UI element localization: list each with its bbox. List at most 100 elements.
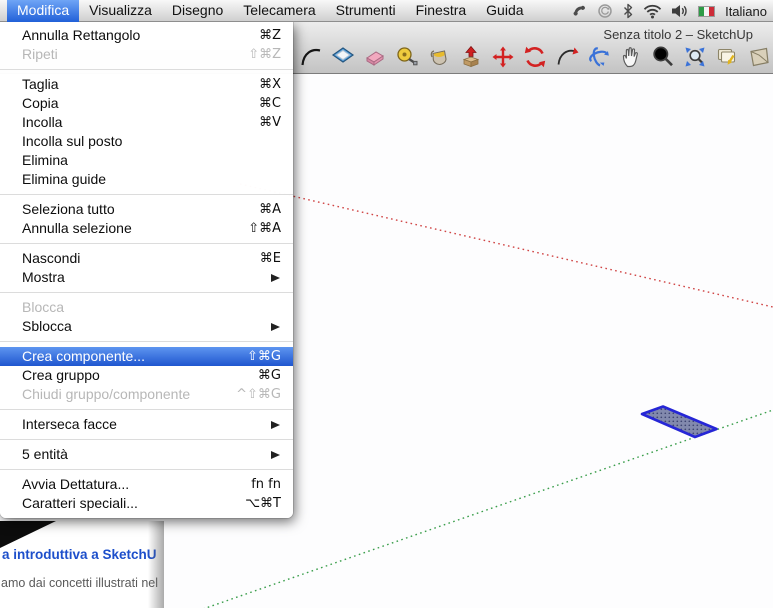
zoom-tool[interactable] [651,45,675,69]
menu-item-label: Mostra [22,268,271,287]
menu-item-label: Crea gruppo [22,366,258,385]
menu-separator [0,292,293,293]
menu-item-shortcut: ⌘C [259,96,281,111]
move-tool[interactable] [491,45,515,69]
menu-item-elimina-guide[interactable]: Elimina guide [0,170,293,189]
zoom-extents-tool[interactable] [683,45,707,69]
menubar-item-modifica[interactable]: Modifica [7,0,79,22]
status-icons-slot [571,3,689,19]
menu-item-crea-gruppo[interactable]: Crea gruppo⌘G [0,366,293,385]
menu-item-label: Taglia [22,75,259,94]
push-pull-tool[interactable] [459,45,483,69]
submenu-arrow-icon [271,451,280,459]
menu-item-label: 5 entità [22,445,271,464]
rotate-tool[interactable] [523,45,547,69]
eraser-tool[interactable] [363,45,387,69]
menu-item-elimina[interactable]: Elimina [0,151,293,170]
menubar-item-telecamera[interactable]: Telecamera [233,0,325,22]
pan-tool[interactable] [619,45,643,69]
menu-item-taglia[interactable]: Taglia⌘X [0,75,293,94]
menu-separator [0,469,293,470]
menu-separator [0,341,293,342]
previous-view-tool[interactable] [715,45,739,69]
menu-separator [0,194,293,195]
rectangle-tool[interactable] [331,45,355,69]
menu-item-interseca-facce[interactable]: Interseca facce [0,415,293,434]
paint-bucket-tool[interactable] [427,45,451,69]
tape-measure-tool[interactable] [395,45,419,69]
menu-item-shortcut: ⇧⌘Z [248,47,281,62]
menu-item-shortcut: ^⇧⌘G [236,387,281,402]
menu-item-label: Nascondi [22,249,260,268]
menu-item-avvia-dettatura[interactable]: Avvia Dettatura...fn fn [0,475,293,494]
arc-tool[interactable] [299,45,323,69]
menu-item-label: Crea componente... [22,347,247,366]
input-language-label[interactable]: Italiano [724,4,767,19]
edit-menu-dropdown: Annulla Rettangolo⌘ZRipeti⇧⌘ZTaglia⌘XCop… [0,22,293,518]
menu-item-label: Elimina [22,151,281,170]
menu-item-label: Incolla [22,113,259,132]
menu-item-5-entit[interactable]: 5 entità [0,445,293,464]
menubar-item-visualizza[interactable]: Visualizza [79,0,162,22]
follow-me-tool[interactable] [555,45,579,69]
menu-item-shortcut: fn fn [251,477,281,492]
menu-item-shortcut: ⇧⌘A [248,221,281,236]
menu-item-annulla-rettangolo[interactable]: Annulla Rettangolo⌘Z [0,26,293,45]
menu-item-label: Caratteri speciali... [22,494,245,513]
instructor-body-text: amo dai concetti illustrati nel [1,576,158,590]
sync-circle-icon[interactable] [597,3,613,19]
menubar-item-finestra[interactable]: Finestra [406,0,477,22]
menu-item-label: Blocca [22,298,281,317]
menu-item-shortcut: ⌘E [260,251,281,266]
menu-bar-items: ModificaVisualizzaDisegnoTelecameraStrum… [7,0,534,22]
menu-separator [0,409,293,410]
menu-item-label: Interseca facce [22,415,271,434]
menu-item-shortcut: ⌘A [259,202,281,217]
menu-item-seleziona-tutto[interactable]: Seleziona tutto⌘A [0,200,293,219]
menu-item-shortcut: ⌘V [259,115,281,130]
menu-item-shortcut: ⇧⌘G [247,349,281,364]
menu-item-chiudi-gruppo-componente: Chiudi gruppo/componente^⇧⌘G [0,385,293,404]
menu-item-annulla-selezione[interactable]: Annulla selezione⇧⌘A [0,219,293,238]
os-menu-bar: ModificaVisualizzaDisegnoTelecameraStrum… [0,0,773,22]
menubar-item-disegno[interactable]: Disegno [162,0,233,22]
model-tool[interactable] [747,45,771,69]
menu-item-copia[interactable]: Copia⌘C [0,94,293,113]
menu-item-incolla-sul-posto[interactable]: Incolla sul posto [0,132,293,151]
menu-item-label: Copia [22,94,259,113]
screen: Senza titolo 2 – SketchUp a introduttiva… [0,0,773,608]
menubar-item-guida[interactable]: Guida [476,0,533,22]
wifi-icon[interactable] [643,3,662,19]
menu-item-shortcut: ⌘Z [259,28,281,43]
menubar-item-strumenti[interactable]: Strumenti [326,0,406,22]
menu-item-label: Annulla Rettangolo [22,26,259,45]
bluetooth-icon[interactable] [622,3,634,19]
menu-bar-status-area: Italiano [571,0,767,22]
orbit-tool[interactable] [587,45,611,69]
phone-icon[interactable] [571,3,588,19]
menu-separator [0,69,293,70]
menu-item-crea-componente[interactable]: Crea componente...⇧⌘G [0,347,293,366]
drawing-toolbar [299,45,771,69]
menu-item-label: Elimina guide [22,170,281,189]
window-title: Senza titolo 2 – SketchUp [603,27,753,42]
menu-separator [0,439,293,440]
panel-edge-shadow [148,521,164,608]
menu-item-label: Annulla selezione [22,219,248,238]
submenu-arrow-icon [271,323,280,331]
menu-item-incolla[interactable]: Incolla⌘V [0,113,293,132]
menu-item-mostra[interactable]: Mostra [0,268,293,287]
menu-item-nascondi[interactable]: Nascondi⌘E [0,249,293,268]
menu-item-label: Incolla sul posto [22,132,281,151]
menu-item-shortcut: ⌥⌘T [245,496,281,511]
italian-flag-icon[interactable] [698,6,715,17]
menu-item-label: Sblocca [22,317,271,336]
submenu-arrow-icon [271,421,280,429]
menu-item-label: Ripeti [22,45,248,64]
menu-item-sblocca[interactable]: Sblocca [0,317,293,336]
menu-item-label: Avvia Dettatura... [22,475,251,494]
volume-icon[interactable] [671,3,689,19]
menu-item-shortcut: ⌘X [259,77,281,92]
menu-item-shortcut: ⌘G [258,368,281,383]
menu-item-caratteri-speciali[interactable]: Caratteri speciali...⌥⌘T [0,494,293,513]
